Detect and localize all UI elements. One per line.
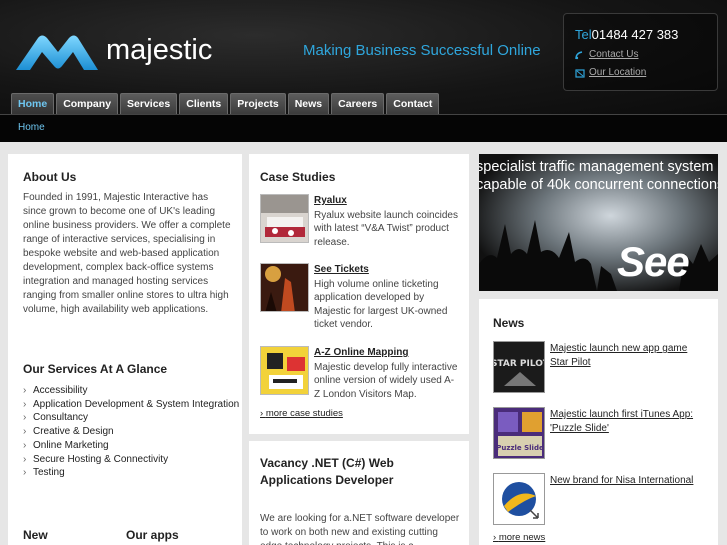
nav-tab-clients[interactable]: Clients [179, 93, 229, 114]
nav-tab-careers[interactable]: Careers [331, 93, 385, 114]
ryalux-thumbnail[interactable] [260, 194, 309, 243]
majestic-logo-icon[interactable] [14, 32, 100, 74]
news-title: News [493, 316, 525, 330]
case-study-body: Ryalux Ryalux website launch coincides w… [314, 194, 460, 249]
service-link-creative-design[interactable]: Creative & Design [33, 426, 114, 437]
site-header: majestic Making Business Successful Onli… [0, 0, 727, 118]
nav-tab-company[interactable]: Company [56, 93, 119, 114]
our-location-label: Our Location [589, 67, 647, 78]
see-tickets-banner[interactable]: specialist traffic management system cap… [479, 154, 718, 291]
vacancy-panel: Vacancy .NET (C#) Web Applications Devel… [249, 441, 469, 545]
service-item: Creative & Design [23, 425, 239, 439]
news-panel: News STAR PILOT Majestic launch new app … [479, 299, 718, 545]
banner-headline-2: capable of 40k concurrent connections [479, 177, 718, 193]
nav-tab-news[interactable]: News [287, 93, 330, 114]
news-link-puzzle-slide[interactable]: Majestic launch first iTunes App: 'Puzzl… [550, 408, 708, 435]
see-logo: See [617, 238, 690, 285]
case-study-body: A-Z Online Mapping Majestic develop full… [314, 346, 460, 401]
star-pilot-thumb-text: STAR PILOT [494, 359, 545, 369]
new-title: New [23, 528, 48, 542]
tel-number: 01484 427 383 [591, 27, 679, 42]
telephone: Tel01484 427 383 [575, 27, 678, 42]
puzzle-slide-thumb-text: Puzzle Slide [496, 444, 544, 452]
service-link-online-marketing[interactable]: Online Marketing [33, 440, 109, 451]
more-case-studies-label: more case studies [265, 408, 343, 419]
vacancy-title[interactable]: Vacancy .NET (C#) Web Applications Devel… [260, 455, 460, 489]
contact-icon [575, 51, 583, 60]
puzzle-slide-thumbnail[interactable]: Puzzle Slide [493, 407, 545, 459]
case-study-link-a-z-mapping[interactable]: A-Z Online Mapping [314, 346, 460, 360]
services-title: Our Services At A Glance [23, 362, 168, 376]
more-news-link[interactable]: › more news [493, 532, 545, 543]
about-title: About Us [23, 170, 77, 184]
see-tickets-thumbnail[interactable] [260, 263, 309, 312]
logo-text[interactable]: majestic [106, 34, 212, 67]
case-study-link-see-tickets[interactable]: See Tickets [314, 263, 460, 277]
service-item: Online Marketing [23, 439, 239, 453]
tagline: Making Business Successful Online [303, 42, 541, 59]
service-item: Testing [23, 466, 239, 480]
service-item: Secure Hosting & Connectivity [23, 453, 239, 467]
case-studies-panel: Case Studies Ryalux Ryalux website launc… [249, 154, 469, 434]
contact-box: Tel01484 427 383 Contact Us Our Location [563, 13, 718, 91]
nisa-thumbnail[interactable] [493, 473, 545, 525]
contact-us-label: Contact Us [589, 49, 639, 60]
news-link-nisa[interactable]: New brand for Nisa International [550, 474, 708, 488]
service-item: Application Development & System Integra… [23, 398, 239, 412]
nav-tab-home[interactable]: Home [11, 93, 55, 114]
service-item: Consultancy [23, 411, 239, 425]
our-location-link[interactable]: Our Location [575, 67, 646, 78]
a-z-mapping-thumbnail[interactable] [260, 346, 309, 395]
contact-us-link[interactable]: Contact Us [575, 49, 638, 60]
nav-tab-contact[interactable]: Contact [386, 93, 440, 114]
nav-tab-projects[interactable]: Projects [230, 93, 286, 114]
service-link-secure-hosting[interactable]: Secure Hosting & Connectivity [33, 454, 168, 465]
case-studies-title: Case Studies [260, 170, 336, 184]
location-icon [575, 69, 585, 78]
more-news-label: more news [498, 532, 546, 543]
banner-headline-1: specialist traffic management system [479, 159, 714, 175]
news-link-star-pilot[interactable]: Majestic launch new app game Star Pilot [550, 342, 708, 369]
case-study-text: High volume online ticketing application… [314, 278, 448, 331]
breadcrumb-bar: Home [0, 114, 727, 142]
vacancy-text: We are looking for a.NET software develo… [260, 513, 460, 545]
nav-tab-services[interactable]: Services [120, 93, 178, 114]
case-study-link-ryalux[interactable]: Ryalux [314, 194, 460, 208]
service-link-app-development[interactable]: Application Development & System Integra… [33, 399, 239, 410]
service-link-accessibility[interactable]: Accessibility [33, 385, 87, 396]
case-study-text: Ryalux website launch coincides with lat… [314, 209, 458, 248]
about-text: Founded in 1991, Majestic Interactive ha… [23, 192, 231, 315]
service-link-consultancy[interactable]: Consultancy [33, 412, 88, 423]
tel-label: Tel [575, 27, 592, 42]
star-pilot-thumbnail[interactable]: STAR PILOT [493, 341, 545, 393]
service-item: Accessibility [23, 384, 239, 398]
more-case-studies-link[interactable]: › more case studies [260, 408, 343, 419]
main-nav: Home Company Services Clients Projects N… [11, 93, 440, 114]
case-study-text: Majestic develop fully interactive onlin… [314, 361, 458, 400]
service-link-testing[interactable]: Testing [33, 467, 65, 478]
services-list: Accessibility Application Development & … [23, 384, 239, 480]
case-study-body: See Tickets High volume online ticketing… [314, 263, 460, 332]
breadcrumb[interactable]: Home [18, 122, 45, 133]
about-panel: About Us Founded in 1991, Majestic Inter… [8, 154, 242, 545]
apps-title: Our apps [126, 528, 179, 542]
